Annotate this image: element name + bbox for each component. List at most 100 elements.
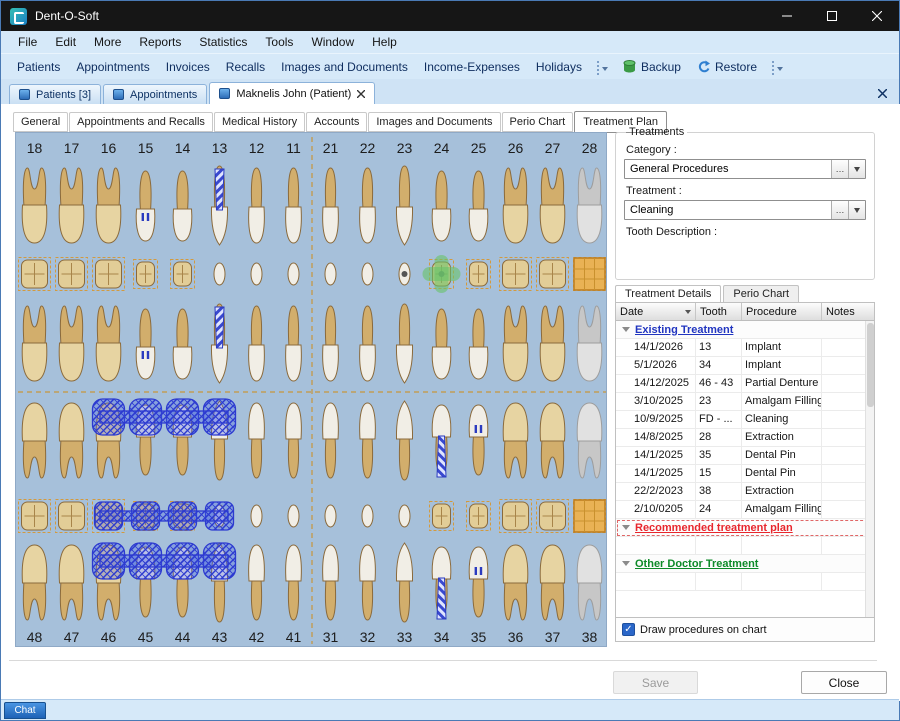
tooth[interactable] [286,545,302,620]
tooth[interactable] [469,405,488,475]
tooth-number[interactable]: 44 [175,629,191,645]
tooth-number[interactable]: 46 [101,629,117,645]
tooth[interactable] [59,168,84,243]
tooth-number[interactable]: 42 [249,629,265,645]
tooth[interactable] [96,306,121,381]
toolbar-images-and-documents[interactable]: Images and Documents [273,56,416,78]
tooth-occlusal[interactable] [134,260,158,289]
tooth-occlusal[interactable] [171,260,195,289]
treatment-row[interactable]: 14/1/202613Implant [616,339,874,357]
tooth[interactable] [323,168,339,243]
tooth-number[interactable]: 25 [471,140,487,156]
tooth-occlusal[interactable] [251,505,262,527]
tooth[interactable] [540,403,565,478]
tooth[interactable] [540,306,565,381]
tooth[interactable] [360,168,376,243]
dental-chart[interactable]: 1817161514131211212223242526272848474645… [15,132,607,647]
tab-perio-chart[interactable]: Perio Chart [723,285,799,303]
close-button[interactable] [854,1,899,31]
tab-close-icon[interactable] [357,90,365,98]
tooth-occlusal[interactable] [288,505,299,527]
tooth-occlusal[interactable] [19,500,51,533]
toolbar-holidays[interactable]: Holidays [528,56,590,78]
tooth-number[interactable]: 47 [64,629,80,645]
tooth[interactable] [136,309,155,379]
tooth-occlusal[interactable] [56,258,88,291]
tooth[interactable] [396,401,412,480]
expander-icon[interactable] [622,525,630,534]
tooth[interactable] [286,403,302,478]
tooth-number[interactable]: 45 [138,629,154,645]
tooth-number[interactable]: 43 [212,629,228,645]
tooth-occlusal[interactable] [56,500,88,533]
column-header-procedure[interactable]: Procedure [742,303,822,320]
category-ellipsis-button[interactable]: … [831,160,848,178]
tooth[interactable] [286,306,302,381]
maximize-button[interactable] [809,1,854,31]
tooth[interactable] [286,168,302,243]
section-row[interactable]: Recommended treatment plan [616,519,874,537]
category-combobox[interactable]: General Procedures … [624,159,866,179]
tooth[interactable] [136,171,155,241]
tooth[interactable] [577,403,602,478]
tooth-number[interactable]: 11 [286,140,301,156]
tooth[interactable] [503,545,528,620]
tooth-occlusal[interactable] [325,263,336,285]
tooth-number[interactable]: 33 [397,629,413,645]
tooth[interactable] [22,306,47,381]
subtab-accounts[interactable]: Accounts [306,112,367,132]
tooth-number[interactable]: 34 [434,629,450,645]
tooth-number[interactable]: 28 [582,140,598,156]
treatment-row[interactable]: 14/12/202546 - 43Partial Denture ... [616,375,874,393]
tooth-occlusal[interactable] [500,500,532,533]
tooth[interactable] [323,403,339,478]
tab-patients-3[interactable]: Patients [3] [9,84,101,104]
draw-procedures-checkbox[interactable]: ✓ [622,623,635,636]
tooth-number[interactable]: 27 [545,140,561,156]
tooth[interactable] [469,547,488,617]
treatment-row[interactable]: 14/1/202535Dental Pin [616,447,874,465]
tooth[interactable] [22,168,47,243]
tooth-number[interactable]: 32 [360,629,376,645]
close-button-footer[interactable]: Close [801,671,887,694]
tooth[interactable] [469,171,488,241]
tooth[interactable] [577,545,602,620]
overflow-grip[interactable] [597,59,608,75]
tooth-occlusal[interactable] [214,263,225,285]
treatment-row[interactable]: 22/2/202338Extraction [616,483,874,501]
tooth[interactable] [360,403,376,478]
tooth[interactable] [396,543,412,622]
tooth-occlusal[interactable] [500,258,532,291]
tooth[interactable] [173,309,192,379]
subtab-perio-chart[interactable]: Perio Chart [502,112,574,132]
tooth[interactable] [503,403,528,478]
tooth-occlusal[interactable] [467,260,491,289]
treatment-row[interactable]: 14/8/202528Extraction [616,429,874,447]
tooth-occlusal[interactable] [19,258,51,291]
treatment-row[interactable]: 3/10/202523Amalgam Filling [616,393,874,411]
treatment-row[interactable] [616,537,874,555]
tooth[interactable] [173,171,192,241]
tooth[interactable] [396,304,412,383]
toolbar-invoices[interactable]: Invoices [158,56,218,78]
tooth-number[interactable]: 41 [286,629,302,645]
tooth[interactable] [360,545,376,620]
tooth-occlusal[interactable] [93,258,125,291]
treatment-row[interactable]: 10/9/2025FD - ...Cleaning [616,411,874,429]
tooth-number[interactable]: 36 [508,629,524,645]
restore-button[interactable]: Restore [689,57,765,77]
subtab-medical-history[interactable]: Medical History [214,112,305,132]
tooth-number[interactable]: 16 [101,140,117,156]
tooth[interactable] [59,545,84,620]
tooth-number[interactable]: 31 [323,629,339,645]
tooth-number[interactable]: 37 [545,629,561,645]
menu-more[interactable]: More [85,32,130,52]
toolbar-appointments[interactable]: Appointments [68,56,157,78]
tooth-number[interactable]: 18 [27,140,43,156]
tooth-occlusal[interactable] [325,505,336,527]
tooth[interactable] [503,168,528,243]
tooth[interactable] [59,403,84,478]
tooth[interactable] [360,306,376,381]
tab-treatment-details[interactable]: Treatment Details [615,285,721,303]
treatment-row[interactable]: 2/10/020524Amalgam Filling [616,501,874,519]
